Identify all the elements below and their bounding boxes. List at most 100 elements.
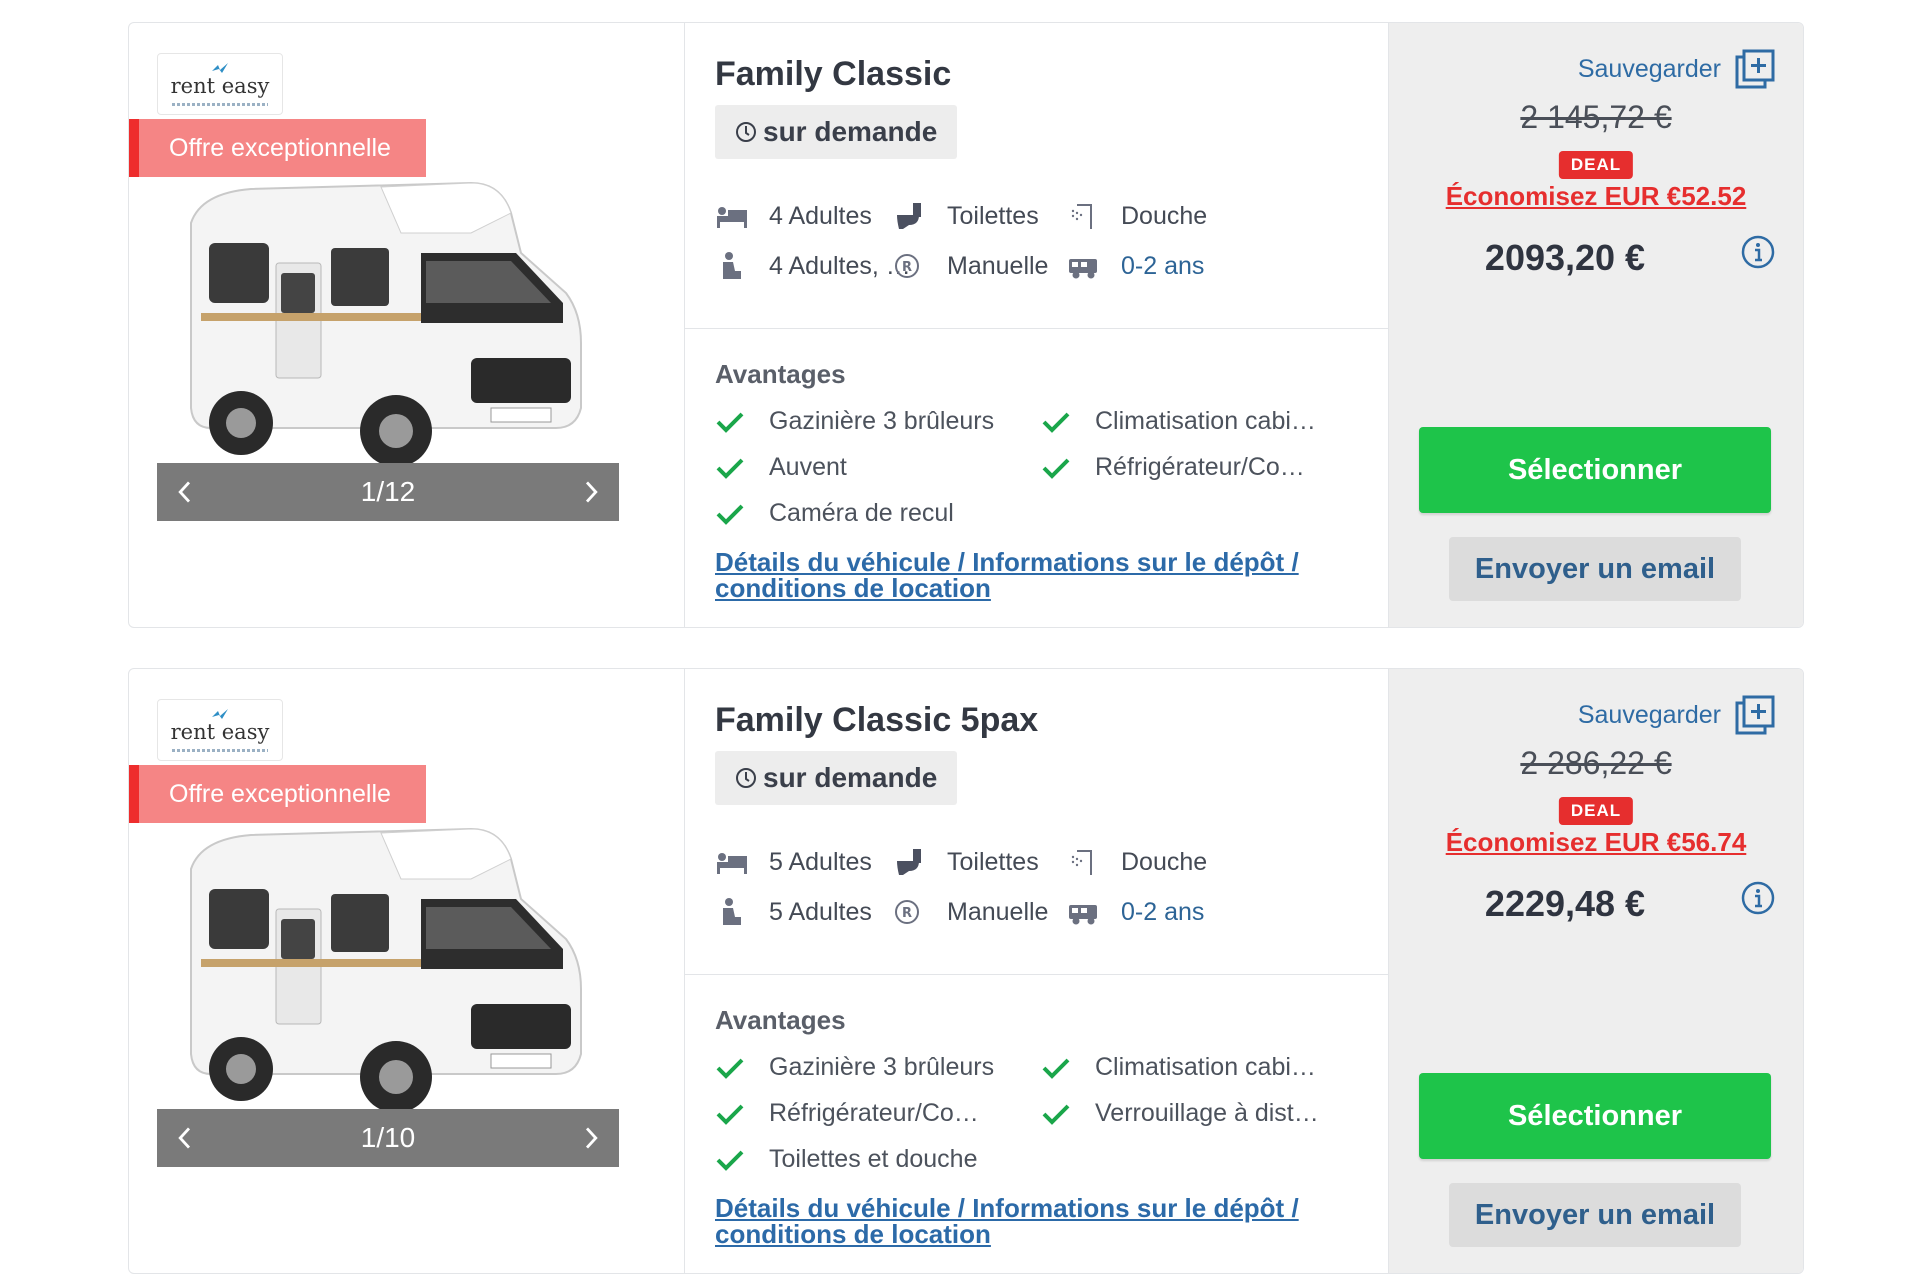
price-column: Sauvegarder 2 286,22 € DEAL Économisez E…	[1389, 669, 1803, 1273]
original-price: 2 286,22 €	[1520, 745, 1672, 781]
listing-card: rent easy Offre exceptionnelle 1/12 Fami…	[128, 22, 1804, 628]
feature-toilet: Toilettes	[893, 847, 1039, 877]
info-column: Family Classic sur demande 4 Adultes Toi…	[685, 23, 1389, 627]
bookmark-add-icon	[1735, 49, 1775, 89]
advantage-item: Caméra de recul	[715, 499, 954, 528]
checkmark-icon	[716, 504, 744, 525]
advantage-item: Climatisation cabi…	[1041, 1053, 1316, 1082]
listing-card: rent easy Offre exceptionnelle 1/10 Fami…	[128, 668, 1804, 1274]
savings-link[interactable]: Économisez EUR €56.74	[1389, 827, 1803, 858]
carousel-prev-button[interactable]	[171, 478, 199, 506]
info-icon[interactable]	[1741, 881, 1775, 915]
price-column: Sauvegarder 2 145,72 € DEAL Économisez E…	[1389, 23, 1803, 627]
svg-text:R: R	[902, 906, 912, 921]
exceptional-offer-ribbon: Offre exceptionnelle	[129, 765, 426, 823]
chevron-right-icon	[585, 1127, 598, 1149]
chevron-left-icon	[178, 1127, 191, 1149]
seat-icon	[723, 898, 741, 925]
checkmark-icon	[716, 412, 744, 433]
advantage-item: Gazinière 3 brûleurs	[715, 407, 994, 436]
svg-text:R: R	[902, 260, 912, 275]
clock-icon	[736, 768, 756, 788]
total-price: 2229,48 €	[1484, 883, 1646, 924]
checkmark-icon	[1042, 1058, 1070, 1079]
advantage-item: Verrouillage à dist…	[1041, 1099, 1319, 1128]
carousel-prev-button[interactable]	[171, 1124, 199, 1152]
image-carousel: 1/12	[157, 463, 619, 521]
brand-logo: rent easy	[157, 53, 283, 115]
toilet-icon	[897, 203, 921, 229]
feature-sleeps: 5 Adultes	[715, 847, 872, 877]
bookmark-add-icon	[1735, 695, 1775, 735]
vehicle-details-link[interactable]: Détails du véhicule / Informations sur l…	[715, 1195, 1355, 1247]
toilet-icon	[897, 849, 921, 875]
brand-logo: rent easy	[157, 699, 283, 761]
availability-badge: sur demande	[715, 105, 958, 159]
clock-icon	[736, 122, 756, 142]
rv-age-icon	[1069, 259, 1097, 279]
advantage-item: Réfrigérateur/Co…	[1041, 453, 1305, 482]
rv-age-icon	[1069, 905, 1097, 925]
save-button[interactable]: Sauvegarder	[1578, 49, 1775, 89]
checkmark-icon	[1042, 412, 1070, 433]
vehicle-photo[interactable]	[171, 819, 601, 1119]
checkmark-icon	[1042, 458, 1070, 479]
feature-seats: 5 Adultes	[715, 897, 872, 927]
info-icon[interactable]	[1741, 235, 1775, 269]
vehicle-title: Family Classic 5pax	[715, 701, 1039, 739]
shower-icon	[1071, 850, 1092, 875]
advantage-item: Gazinière 3 brûleurs	[715, 1053, 994, 1082]
carousel-next-button[interactable]	[577, 478, 605, 506]
carousel-next-button[interactable]	[577, 1124, 605, 1152]
select-button[interactable]: Sélectionner	[1419, 1073, 1771, 1159]
select-button[interactable]: Sélectionner	[1419, 427, 1771, 513]
chevron-left-icon	[178, 481, 191, 503]
advantages-title: Avantages	[715, 359, 846, 389]
vehicle-title: Family Classic	[715, 55, 952, 93]
bed-icon	[717, 207, 747, 228]
checkmark-icon	[1042, 1104, 1070, 1125]
advantage-item: Réfrigérateur/Co…	[715, 1099, 979, 1128]
original-price: 2 145,72 €	[1520, 99, 1672, 135]
shower-icon	[1071, 204, 1092, 229]
send-email-button[interactable]: Envoyer un email	[1449, 537, 1741, 601]
chevron-right-icon	[585, 481, 598, 503]
vehicle-details-link[interactable]: Détails du véhicule / Informations sur l…	[715, 549, 1355, 601]
feature-shower: Douche	[1067, 847, 1207, 877]
feature-shower: Douche	[1067, 201, 1207, 231]
advantage-item: Climatisation cabi…	[1041, 407, 1316, 436]
deal-badge: DEAL	[1558, 151, 1634, 179]
feature-vehicle-age: 0-2 ans	[1067, 897, 1204, 927]
exceptional-offer-ribbon: Offre exceptionnelle	[129, 119, 426, 177]
advantage-item: Toilettes et douche	[715, 1145, 977, 1174]
feature-seats: 4 Adultes, …	[715, 251, 911, 281]
send-email-button[interactable]: Envoyer un email	[1449, 1183, 1741, 1247]
deal-badge: DEAL	[1558, 797, 1634, 825]
carousel-counter: 1/12	[360, 476, 416, 507]
vehicle-photo[interactable]	[171, 173, 601, 473]
manual-transmission-icon: R	[895, 254, 919, 278]
bird-icon	[212, 708, 228, 719]
availability-badge: sur demande	[715, 751, 958, 805]
bird-icon	[212, 62, 228, 73]
feature-transmission: R Manuelle	[893, 897, 1048, 927]
seat-icon	[723, 252, 741, 279]
image-carousel: 1/10	[157, 1109, 619, 1167]
checkmark-icon	[716, 1058, 744, 1079]
advantages-title: Avantages	[715, 1005, 846, 1035]
manual-transmission-icon: R	[895, 900, 919, 924]
feature-vehicle-age: 0-2 ans	[1067, 251, 1204, 281]
total-price: 2093,20 €	[1484, 237, 1646, 278]
checkmark-icon	[716, 1150, 744, 1171]
advantage-item: Auvent	[715, 453, 847, 482]
image-column: rent easy Offre exceptionnelle 1/12	[129, 23, 685, 627]
checkmark-icon	[716, 1104, 744, 1125]
bed-icon	[717, 853, 747, 874]
carousel-counter: 1/10	[360, 1122, 416, 1153]
image-column: rent easy Offre exceptionnelle 1/10	[129, 669, 685, 1273]
feature-toilet: Toilettes	[893, 201, 1039, 231]
feature-sleeps: 4 Adultes	[715, 201, 872, 231]
savings-link[interactable]: Économisez EUR €52.52	[1389, 181, 1803, 212]
feature-transmission: R Manuelle	[893, 251, 1048, 281]
save-button[interactable]: Sauvegarder	[1578, 695, 1775, 735]
